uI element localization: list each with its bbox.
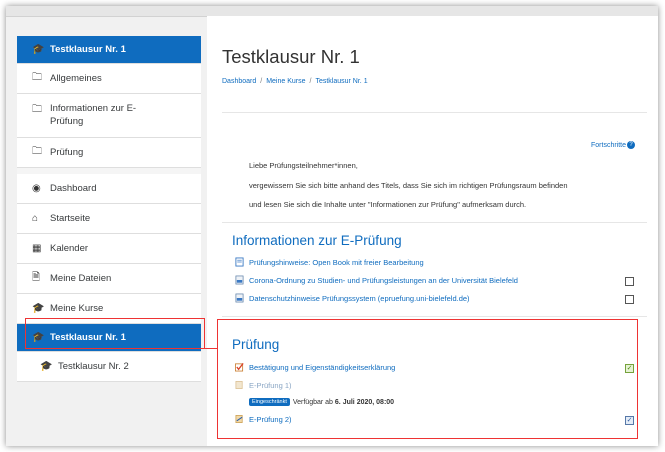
progress-label: Fortschritte (591, 141, 627, 149)
activity-datenschutz[interactable]: Datenschutzhinweise Prüfungssystem (epru… (235, 293, 470, 303)
sidebar-item-kalender[interactable]: ▦ Kalender (17, 234, 201, 264)
help-icon[interactable]: ? (627, 141, 636, 149)
calendar-icon: ▦ (32, 243, 42, 254)
highlight-connector (205, 348, 217, 350)
activity-pruefungshinweise[interactable]: Prüfungshinweise: Open Book mit freier B… (235, 257, 424, 267)
activity-label: Prüfungshinweise: Open Book mit freier B… (249, 257, 424, 267)
sidebar-item-startseite[interactable]: ⌂ Startseite (17, 204, 201, 234)
breadcrumb: Dashboard / Meine Kurse / Testklausur Nr. 1 (222, 78, 368, 85)
completion-checkbox[interactable] (625, 277, 634, 286)
divider (222, 222, 647, 223)
highlight-box-sidebar (25, 318, 205, 349)
intro-line-3: und lesen Sie sich die Inhalte unter "In… (249, 200, 527, 209)
page-icon (235, 257, 244, 267)
file-icon: 🗎 (32, 272, 41, 283)
graduation-cap-icon: 🎓 (40, 361, 53, 372)
sidebar-item-dashboard[interactable]: ◉ Dashboard (17, 174, 201, 204)
home-icon: ⌂ (32, 213, 39, 224)
file-pdf-icon (235, 293, 244, 303)
sidebar-item-course-current[interactable]: 🎓 Testklausur Nr. 1 (17, 36, 201, 64)
folder-icon: 🗀 (32, 72, 42, 83)
graduation-cap-icon: 🎓 (32, 44, 45, 55)
completion-checkbox[interactable] (625, 295, 634, 304)
breadcrumb-dashboard[interactable]: Dashboard (222, 78, 256, 85)
breadcrumb-separator: / (260, 78, 263, 85)
activity-label: Corona-Ordnung zu Studien- und Prüfungsl… (249, 275, 518, 285)
breadcrumb-meine-kurse[interactable]: Meine Kurse (266, 78, 305, 85)
sidebar-item-allgemeines[interactable]: 🗀 Allgemeines (17, 64, 201, 94)
progress-link[interactable]: Fortschritte? (591, 141, 636, 149)
intro-line-1: Liebe Prüfungsteilnehmer*innen, (249, 161, 358, 170)
section-title-informationen[interactable]: Informationen zur E-Prüfung (232, 233, 402, 248)
breadcrumb-current[interactable]: Testklausur Nr. 1 (315, 78, 367, 85)
divider (222, 112, 647, 113)
sidebar-item-meine-dateien[interactable]: 🗎 Meine Dateien (17, 264, 201, 294)
intro-line-2: vergewissern Sie sich bitte anhand des T… (249, 181, 568, 190)
sidebar-item-informationen[interactable]: 🗀 Informationen zur E-Prüfung (17, 94, 201, 138)
activity-corona-ordnung[interactable]: Corona-Ordnung zu Studien- und Prüfungsl… (235, 275, 518, 285)
divider (222, 316, 647, 317)
highlight-box (217, 319, 638, 439)
graduation-cap-icon: 🎓 (32, 303, 45, 314)
window-frame: 🎓 Testklausur Nr. 1 🗀 Allgemeines 🗀 Info… (6, 6, 658, 446)
activity-label: Datenschutzhinweise Prüfungssystem (epru… (249, 293, 470, 303)
breadcrumb-separator: / (309, 78, 312, 85)
sidebar-item-pruefung[interactable]: 🗀 Prüfung (17, 138, 201, 168)
folder-icon: 🗀 (32, 104, 42, 115)
page-title: Testklausur Nr. 1 (222, 46, 360, 67)
folder-icon: 🗀 (32, 146, 42, 157)
dashboard-icon: ◉ (32, 183, 41, 194)
file-pdf-icon (235, 275, 244, 285)
sidebar-item-testklausur-2[interactable]: 🎓 Testklausur Nr. 2 (17, 352, 201, 382)
